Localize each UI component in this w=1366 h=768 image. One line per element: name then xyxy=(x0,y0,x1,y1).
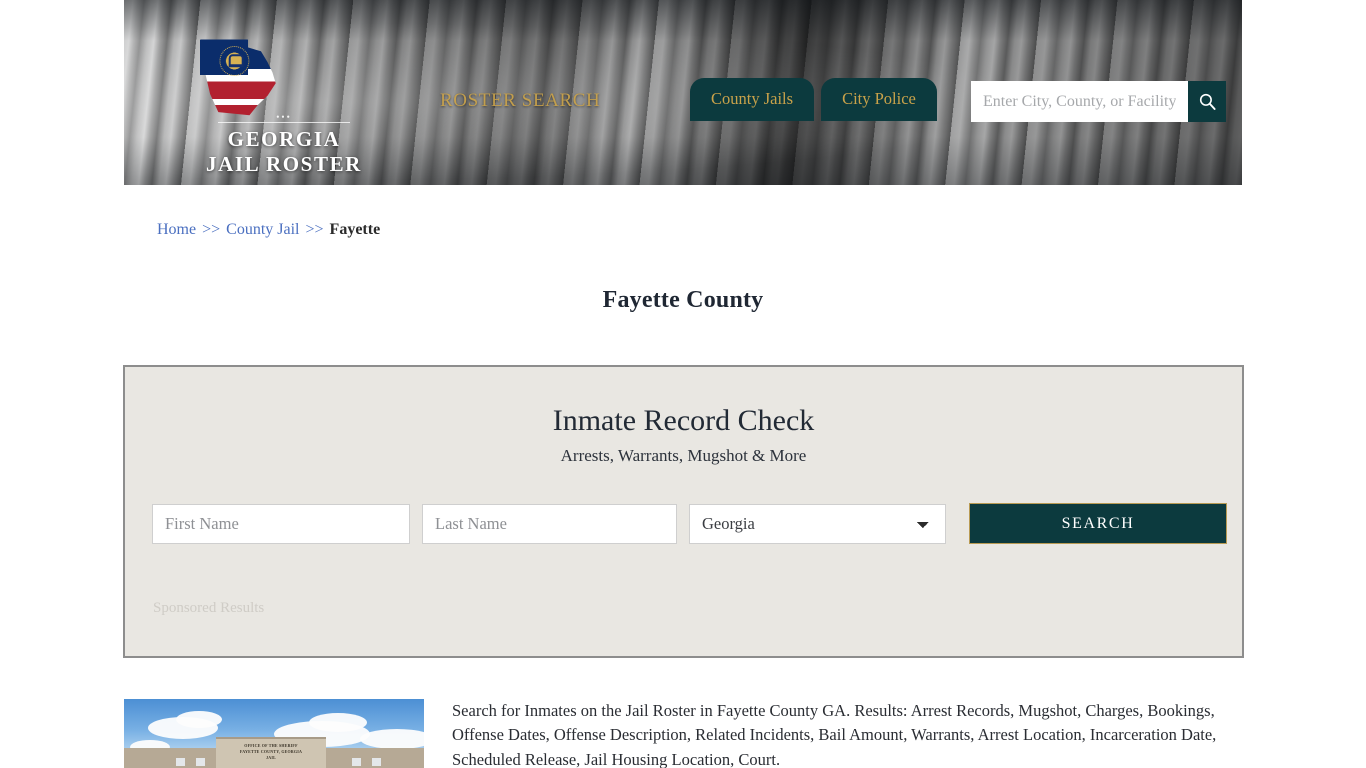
primary-nav: County Jails City Police xyxy=(690,78,937,121)
breadcrumb-separator: >> xyxy=(305,221,324,238)
header-tagline: ROSTER SEARCH xyxy=(440,90,601,111)
nav-city-police-button[interactable]: City Police xyxy=(821,78,937,121)
jail-facility-photo: OFFICE OF THE SHERIFF FAYETTE COUNTY, GE… xyxy=(124,699,424,768)
header-search xyxy=(971,81,1226,122)
logo-divider xyxy=(218,122,350,123)
header-search-input[interactable] xyxy=(971,81,1188,122)
search-icon xyxy=(1199,93,1216,110)
last-name-input[interactable] xyxy=(422,503,677,544)
header-search-button[interactable] xyxy=(1188,81,1226,122)
first-name-input[interactable] xyxy=(152,503,410,544)
georgia-state-flag-icon xyxy=(197,38,279,116)
record-check-form: Georgia SEARCH xyxy=(152,503,1242,544)
breadcrumb: Home >> County Jail >> Fayette xyxy=(157,221,380,239)
facility-content-row: OFFICE OF THE SHERIFF FAYETTE COUNTY, GE… xyxy=(124,699,1242,768)
state-select[interactable]: Georgia xyxy=(689,503,946,544)
site-logo[interactable]: GEORGIA JAIL ROSTER xyxy=(189,38,379,177)
breadcrumb-link-home[interactable]: Home xyxy=(157,221,196,238)
facility-sign-line3: JAIL xyxy=(266,755,276,760)
nav-county-jails-button[interactable]: County Jails xyxy=(690,78,815,121)
facility-description: Search for Inmates on the Jail Roster in… xyxy=(452,701,1217,768)
sponsored-results-label: Sponsored Results xyxy=(153,600,265,616)
inmate-record-check-panel: Inmate Record Check Arrests, Warrants, M… xyxy=(123,365,1244,658)
logo-text-line2: JAIL ROSTER xyxy=(206,151,362,176)
page-title: Fayette County xyxy=(602,287,764,314)
site-header-banner: GEORGIA JAIL ROSTER ROSTER SEARCH County… xyxy=(124,0,1242,185)
breadcrumb-link-county-jail[interactable]: County Jail xyxy=(226,221,299,238)
page-root: GEORGIA JAIL ROSTER ROSTER SEARCH County… xyxy=(0,0,1366,768)
record-check-title: Inmate Record Check xyxy=(552,404,815,437)
record-check-search-button[interactable]: SEARCH xyxy=(969,503,1227,544)
breadcrumb-current: Fayette xyxy=(329,221,381,238)
record-check-subtitle: Arrests, Warrants, Mugshot & More xyxy=(560,446,807,465)
logo-text-line1: GEORGIA xyxy=(227,127,341,151)
breadcrumb-separator: >> xyxy=(202,221,221,238)
